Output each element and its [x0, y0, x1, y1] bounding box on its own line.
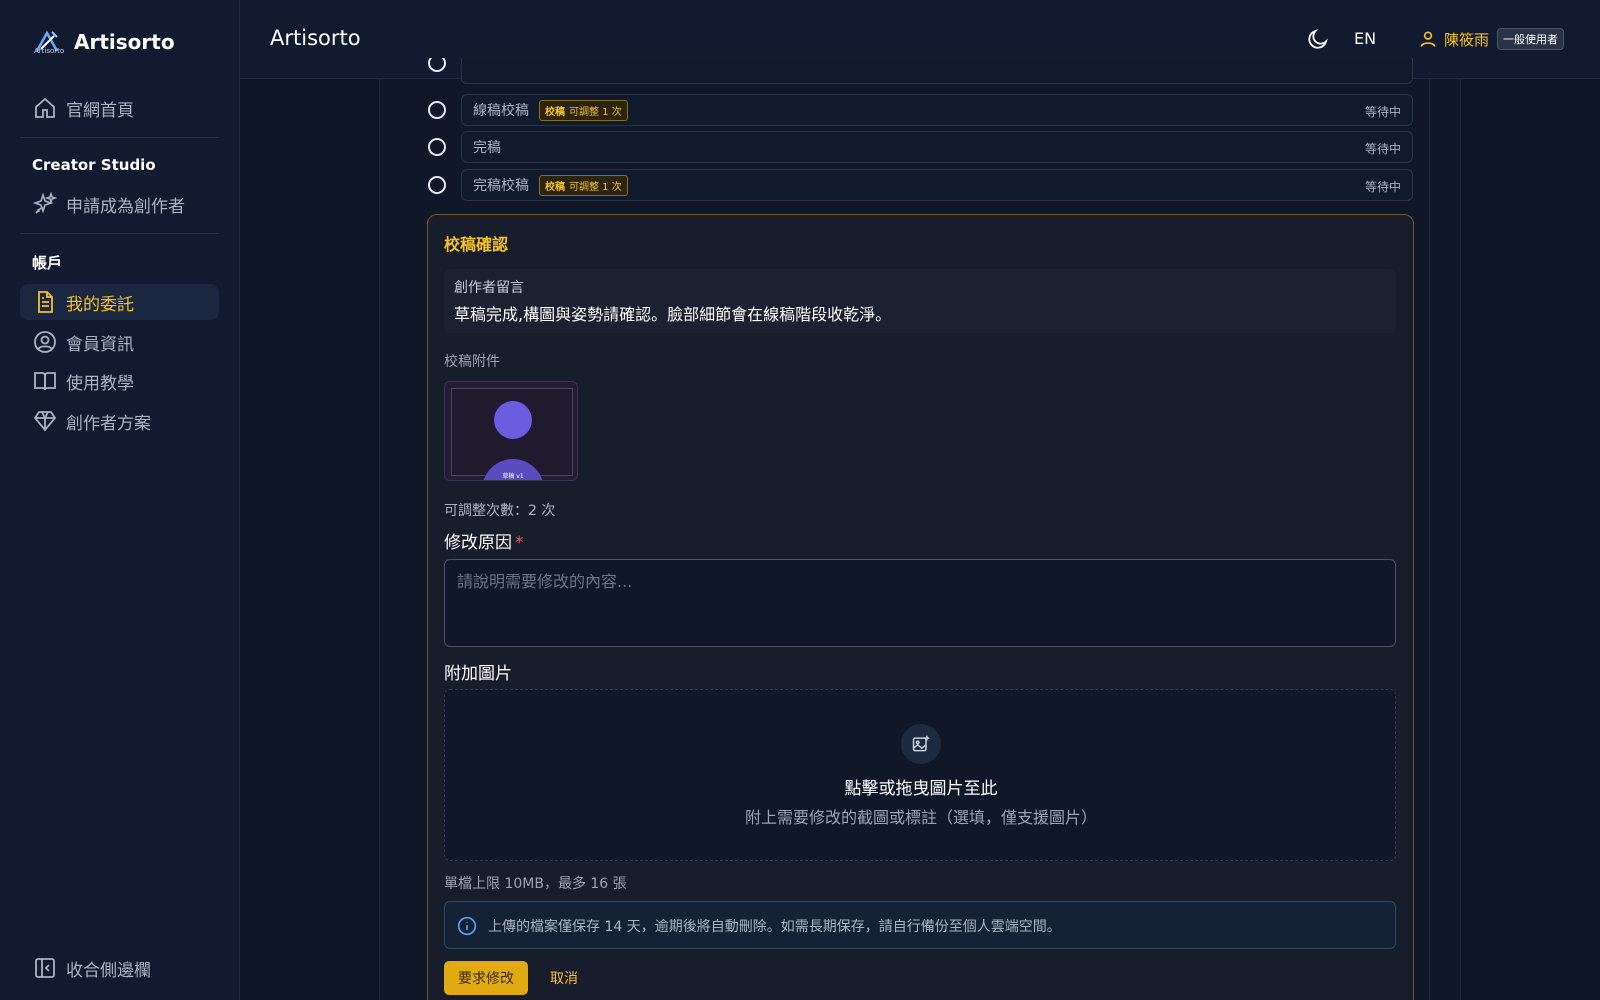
proof-tag-text: 可調整 1 次 — [569, 181, 622, 193]
thumbnail-caption: 草稿 v1 — [502, 473, 524, 480]
attachment-label: 校稿附件 — [444, 354, 500, 370]
step-status: 等待中 — [1364, 142, 1401, 156]
page-title: Artisorto — [270, 26, 361, 50]
moon-icon — [1308, 29, 1328, 49]
dropzone-title: 點擊或拖曳圖片至此 — [844, 779, 998, 799]
sidebar-item-member-info[interactable]: 會員資訊 — [20, 324, 219, 360]
step-radio — [428, 176, 446, 194]
step-name: 完稿 — [473, 140, 501, 156]
sidebar-item-label: 會員資訊 — [66, 334, 134, 355]
step-box — [461, 58, 1413, 84]
step-name: 完稿校稿 — [473, 178, 529, 194]
request-revision-button[interactable]: 要求修改 — [444, 961, 528, 995]
book-open-icon — [33, 369, 57, 393]
step-radio — [428, 101, 446, 119]
user-circle-icon — [33, 330, 57, 354]
proof-tag-label: 校稿 — [545, 106, 565, 118]
step-radio — [428, 58, 446, 72]
step-item: 線稿校稿 校稿 可調整 1 次 等待中 — [428, 94, 1413, 126]
required-mark: * — [515, 533, 524, 553]
creator-message-text: 草稿完成,構圖與姿勢請確認。臉部細節會在線稿階段收乾淨。 — [454, 305, 892, 324]
section-title-account: 帳戶 — [32, 254, 63, 272]
reason-label: 修改原因 * — [444, 528, 524, 553]
reason-input[interactable] — [444, 559, 1396, 647]
user-role-badge: 一般使用者 — [1497, 28, 1565, 50]
image-plus-icon — [901, 724, 941, 764]
step-status: 等待中 — [1364, 180, 1401, 194]
brand-subtext: Artisorto — [34, 47, 65, 55]
proof-tag: 校稿 可調整 1 次 — [539, 99, 628, 121]
step-radio — [428, 138, 446, 156]
thumbnail-frame: 草稿 v1 — [451, 388, 573, 480]
attachment-thumbnail[interactable]: 草稿 v1 — [444, 381, 578, 481]
column-divider — [1429, 79, 1430, 1000]
attach-image-label: 附加圖片 — [444, 664, 512, 684]
reason-label-text: 修改原因 — [444, 533, 512, 553]
sidebar-item-label: 官網首頁 — [66, 100, 134, 121]
user-name: 陳筱雨 — [1444, 30, 1490, 49]
info-icon — [457, 916, 477, 936]
column-divider — [1460, 79, 1461, 1000]
image-dropzone[interactable]: 點擊或拖曳圖片至此 附上需要修改的截圖或標註（選填，僅支援圖片） — [444, 689, 1396, 861]
user-icon — [1420, 31, 1436, 47]
sidebar-item-label: 我的委託 — [66, 294, 134, 315]
thumbnail-figure-head — [494, 401, 532, 439]
collapse-sidebar-button[interactable]: 收合側邊欄 — [20, 950, 219, 986]
proof-tag-text: 可調整 1 次 — [569, 106, 622, 118]
user-menu[interactable]: 陳筱雨 一般使用者 — [1418, 27, 1565, 51]
sidebar-item-creator-plan[interactable]: 創作者方案 — [20, 403, 219, 439]
section-title-creator: Creator Studio — [32, 156, 156, 174]
sidebar-item-home[interactable]: 官網首頁 — [20, 90, 219, 126]
sidebar-item-label: 申請成為創作者 — [66, 196, 185, 217]
gem-icon — [33, 409, 57, 433]
retention-notice: 上傳的檔案僅保存 14 天，逾期後將自動刪除。如需長期保存，請自行備份至個人雲端… — [444, 901, 1396, 949]
document-icon — [33, 290, 57, 314]
creator-message-label: 創作者留言 — [454, 280, 524, 296]
sidebar-item-apply-creator[interactable]: 申請成為創作者 — [20, 186, 219, 222]
theme-toggle-button[interactable] — [1306, 27, 1330, 51]
creator-message-box: 創作者留言 草稿完成,構圖與姿勢請確認。臉部細節會在線稿階段收乾淨。 — [444, 269, 1396, 333]
sidebar-item-label: 創作者方案 — [66, 413, 151, 434]
retention-notice-text: 上傳的檔案僅保存 14 天，逾期後將自動刪除。如需長期保存，請自行備份至個人雲端… — [488, 919, 1061, 935]
sidebar-divider — [20, 137, 219, 138]
sidebar-divider — [20, 233, 219, 234]
upload-limit-text: 單檔上限 10MB，最多 16 張 — [444, 876, 627, 892]
language-toggle-button[interactable]: EN — [1354, 29, 1376, 48]
proof-tag: 校稿 可調整 1 次 — [539, 174, 628, 196]
step-box: 線稿校稿 校稿 可調整 1 次 等待中 — [461, 94, 1413, 126]
panel-left-close-icon — [33, 956, 57, 980]
cancel-button[interactable]: 取消 — [540, 961, 588, 995]
proof-tag-label: 校稿 — [545, 181, 565, 193]
adjust-count: 可調整次數：2 次 — [444, 503, 556, 519]
brand-name: Artisorto — [74, 30, 175, 54]
step-status: 等待中 — [1364, 105, 1401, 119]
step-box: 完稿 等待中 — [461, 131, 1413, 163]
sparkles-icon — [33, 192, 57, 216]
dropzone-subtitle: 附上需要修改的截圖或標註（選填，僅支援圖片） — [744, 808, 1097, 827]
home-icon — [33, 96, 57, 120]
sidebar-item-label: 收合側邊欄 — [66, 960, 151, 981]
proof-confirm-panel: 校稿確認 創作者留言 草稿完成,構圖與姿勢請確認。臉部細節會在線稿階段收乾淨。 … — [427, 214, 1414, 1000]
step-name: 線稿校稿 — [473, 103, 529, 119]
step-item: 完稿校稿 校稿 可調整 1 次 等待中 — [428, 169, 1413, 201]
sidebar-item-tutorial[interactable]: 使用教學 — [20, 363, 219, 399]
step-item-partial — [428, 58, 1413, 86]
step-box: 完稿校稿 校稿 可調整 1 次 等待中 — [461, 169, 1413, 201]
sidebar-item-my-commissions[interactable]: 我的委託 — [20, 284, 219, 320]
sidebar-item-label: 使用教學 — [66, 373, 134, 394]
panel-title: 校稿確認 — [444, 235, 509, 254]
sidebar: Artisorto Artisorto 官網首頁 Creator Studio … — [0, 0, 240, 1000]
column-divider — [379, 79, 380, 1000]
step-item: 完稿 等待中 — [428, 131, 1413, 163]
